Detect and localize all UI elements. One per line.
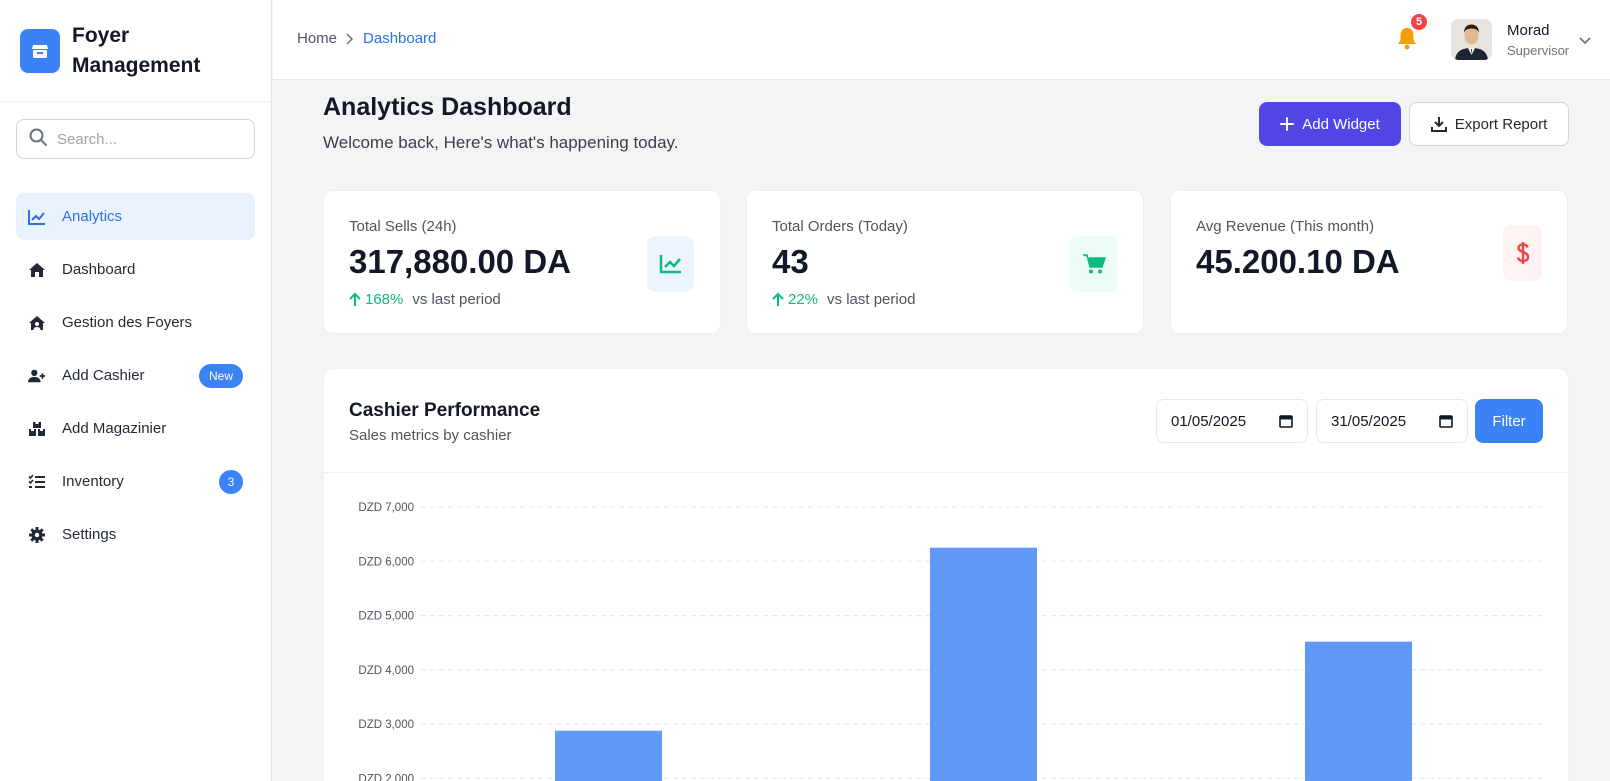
gear-icon (28, 526, 46, 544)
stat-label: Total Orders (Today) (772, 218, 908, 235)
notification-badge: 5 (1409, 12, 1429, 32)
home-icon (28, 261, 46, 279)
sidebar-item-gestion-des-foyers[interactable]: Gestion des Foyers (16, 299, 255, 346)
chevron-down-icon[interactable] (1578, 33, 1592, 51)
panel-subtitle: Sales metrics by cashier (349, 427, 512, 444)
sidebar-nav: Analytics Dashboard Gestion des Foyers A… (0, 193, 271, 558)
stat-value: 317,880.00 DA (349, 243, 571, 280)
date-from-value: 01/05/2025 (1171, 412, 1247, 430)
calendar-icon[interactable] (1439, 414, 1453, 432)
cashier-performance-chart: DZD 7,000 DZD 6,000 DZD 5,000 DZD 4,000 DZD … (358, 502, 1546, 781)
chart-line-icon (647, 236, 694, 292)
user-role: Supervisor (1507, 43, 1570, 58)
stat-change-percent: 168% (365, 291, 404, 308)
y-tick-label: DZD 4,000 (358, 665, 414, 677)
breadcrumb: Home Dashboard (297, 30, 436, 47)
y-tick-label: DZD 7,000 (358, 502, 414, 514)
export-report-button[interactable]: Export Report (1409, 102, 1569, 146)
panel-title: Cashier Performance (349, 400, 541, 421)
sidebar-item-label: Add Cashier (62, 367, 145, 384)
page-title: Analytics Dashboard (323, 93, 572, 121)
brand-name: Foyer Management (72, 23, 201, 77)
bar[interactable] (555, 730, 662, 781)
user-name[interactable]: Morad (1507, 22, 1550, 39)
sidebar-item-label: Gestion des Foyers (62, 314, 193, 331)
dollar-icon (1503, 225, 1542, 281)
sidebar-item-label: Settings (62, 526, 117, 543)
arrow-up-icon (772, 292, 784, 306)
sidebar-item-label: Add Magazinier (62, 420, 167, 437)
bar[interactable] (930, 547, 1037, 781)
sidebar: Foyer Management Analytics Dashboard Ges… (0, 0, 272, 781)
search-box[interactable] (16, 119, 255, 159)
stat-card-total-sells: Total Sells (24h) 317,880.00 DA 168% vs … (323, 190, 721, 334)
sidebar-item-add-magazinier[interactable]: Add Magazinier (16, 405, 255, 452)
stat-label: Avg Revenue (This month) (1196, 218, 1375, 235)
y-tick-label: DZD 2,000 (358, 774, 414, 781)
brand: Foyer Management (0, 0, 271, 102)
export-report-label: Export Report (1454, 115, 1548, 133)
avatar[interactable] (1451, 19, 1492, 60)
sidebar-item-label: Inventory (62, 473, 124, 490)
breadcrumb-home[interactable]: Home (297, 30, 337, 47)
stat-change-percent: 22% (788, 291, 819, 308)
panel-header: Cashier Performance Sales metrics by cas… (324, 369, 1568, 473)
chart-line-icon (28, 208, 46, 226)
stat-card-total-orders: Total Orders (Today) 43 22% vs last peri… (746, 190, 1144, 334)
stat-label: Total Sells (24h) (349, 218, 457, 235)
filter-button[interactable]: Filter (1475, 399, 1543, 443)
arrow-up-icon (349, 292, 361, 306)
stat-change-caption: vs last period (827, 291, 916, 308)
stat-value: 43 (772, 243, 809, 280)
stat-change: 168% vs last period (349, 291, 501, 308)
add-widget-label: Add Widget (1302, 115, 1380, 133)
search-input[interactable] (57, 130, 237, 148)
y-tick-label: DZD 6,000 (358, 556, 414, 568)
date-to-input[interactable]: 31/05/2025 (1316, 399, 1468, 443)
store-icon (20, 28, 60, 73)
stat-change: 22% vs last period (772, 291, 915, 308)
calendar-icon[interactable] (1279, 414, 1293, 432)
search-icon (29, 128, 47, 151)
breadcrumb-current[interactable]: Dashboard (363, 30, 436, 47)
chevron-right-icon (345, 32, 355, 46)
add-widget-button[interactable]: Add Widget (1259, 102, 1401, 146)
stat-card-avg-revenue: Avg Revenue (This month) 45.200.10 DA (1170, 190, 1568, 334)
date-to-value: 31/05/2025 (1331, 412, 1407, 430)
bar[interactable] (1305, 641, 1412, 781)
plus-icon (1280, 117, 1295, 131)
sidebar-item-label: Dashboard (62, 261, 136, 278)
topbar: Home Dashboard 5 Morad Supervisor (273, 0, 1610, 80)
stat-change-caption: vs last period (412, 291, 501, 308)
new-badge: New (198, 363, 243, 388)
sidebar-item-add-cashier[interactable]: Add Cashier New (16, 352, 255, 399)
cashier-performance-panel: Cashier Performance Sales metrics by cas… (323, 368, 1569, 781)
inventory-count-badge: 3 (219, 469, 243, 494)
sidebar-item-inventory[interactable]: Inventory 3 (16, 458, 255, 505)
house-user-icon (28, 314, 46, 332)
download-icon (1430, 117, 1447, 132)
sidebar-item-label: Analytics (62, 208, 123, 225)
sidebar-item-dashboard[interactable]: Dashboard (16, 246, 255, 293)
sidebar-item-analytics[interactable]: Analytics (16, 193, 255, 240)
y-tick-label: DZD 3,000 (358, 719, 414, 731)
user-plus-icon (28, 367, 46, 385)
stat-value: 45.200.10 DA (1196, 243, 1400, 280)
boxes-icon (28, 420, 46, 438)
y-tick-label: DZD 5,000 (358, 611, 414, 623)
list-check-icon (28, 473, 46, 491)
cart-icon (1069, 236, 1118, 292)
page-subtitle: Welcome back, Here's what's happening to… (323, 133, 679, 152)
sidebar-item-settings[interactable]: Settings (16, 511, 255, 558)
date-from-input[interactable]: 01/05/2025 (1156, 399, 1308, 443)
